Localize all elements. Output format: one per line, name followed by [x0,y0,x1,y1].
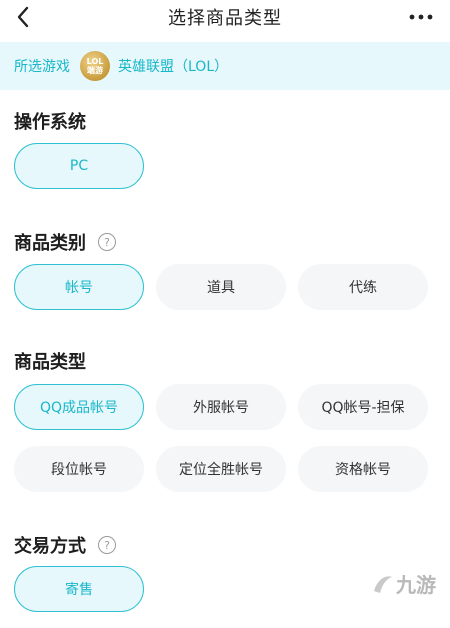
type-option-placement-allwin[interactable]: 定位全胜帐号 [156,446,286,492]
chip-label: 资格帐号 [335,462,391,478]
type-option-qualification[interactable]: 资格帐号 [298,446,428,492]
page-title: 选择商品类型 [168,8,282,29]
category-option-boosting[interactable]: 代练 [298,264,428,310]
chip-label: 帐号 [65,280,93,296]
chip-label: 段位帐号 [51,462,107,478]
category-option-item[interactable]: 道具 [156,264,286,310]
header-bar: 选择商品类型 [0,0,450,36]
help-icon[interactable]: ? [98,233,116,251]
game-logo-text-2: 端游 [87,66,103,75]
selected-game-bar: 所选游戏 LOL 端游 英雄联盟（LOL） [0,42,450,90]
game-logo[interactable]: LOL 端游 [80,51,110,81]
watermark-logo: 九游 [370,569,436,598]
chip-label: 外服帐号 [193,400,249,416]
category-option-account[interactable]: 帐号 [14,264,144,310]
help-icon[interactable]: ? [98,536,116,554]
section-title-trade: 交易方式 ? [14,532,116,558]
chip-label: PC [69,158,89,174]
section-title-category: 商品类别 ? [14,229,116,255]
chip-label: 定位全胜帐号 [179,462,263,478]
chip-label: 寄售 [65,582,93,598]
watermark-icon [374,575,392,593]
watermark-text: 九游 [396,573,436,597]
selected-game-label: 所选游戏 [14,59,70,75]
section-title-os-text: 操作系统 [14,112,86,133]
type-option-qq-guarantee[interactable]: QQ帐号-担保 [298,384,428,430]
type-option-rank-account[interactable]: 段位帐号 [14,446,144,492]
selected-game-name[interactable]: 英雄联盟（LOL） [118,56,228,76]
chip-label: QQ成品帐号 [39,400,119,416]
os-option-pc[interactable]: PC [14,143,144,189]
section-title-category-text: 商品类别 [14,233,86,254]
section-title-type-text: 商品类型 [14,352,86,373]
section-title-trade-text: 交易方式 [14,536,86,557]
trade-option-consignment[interactable]: 寄售 [14,566,144,612]
type-option-foreign-server[interactable]: 外服帐号 [156,384,286,430]
chip-label: QQ帐号-担保 [321,400,405,416]
more-icon[interactable] [406,2,436,32]
section-title-type: 商品类型 [14,348,86,374]
game-logo-text-1: LOL [86,57,104,66]
section-title-os: 操作系统 [14,108,86,134]
chip-label: 道具 [207,280,235,296]
type-option-qq-account[interactable]: QQ成品帐号 [14,384,144,430]
chip-label: 代练 [349,280,377,296]
